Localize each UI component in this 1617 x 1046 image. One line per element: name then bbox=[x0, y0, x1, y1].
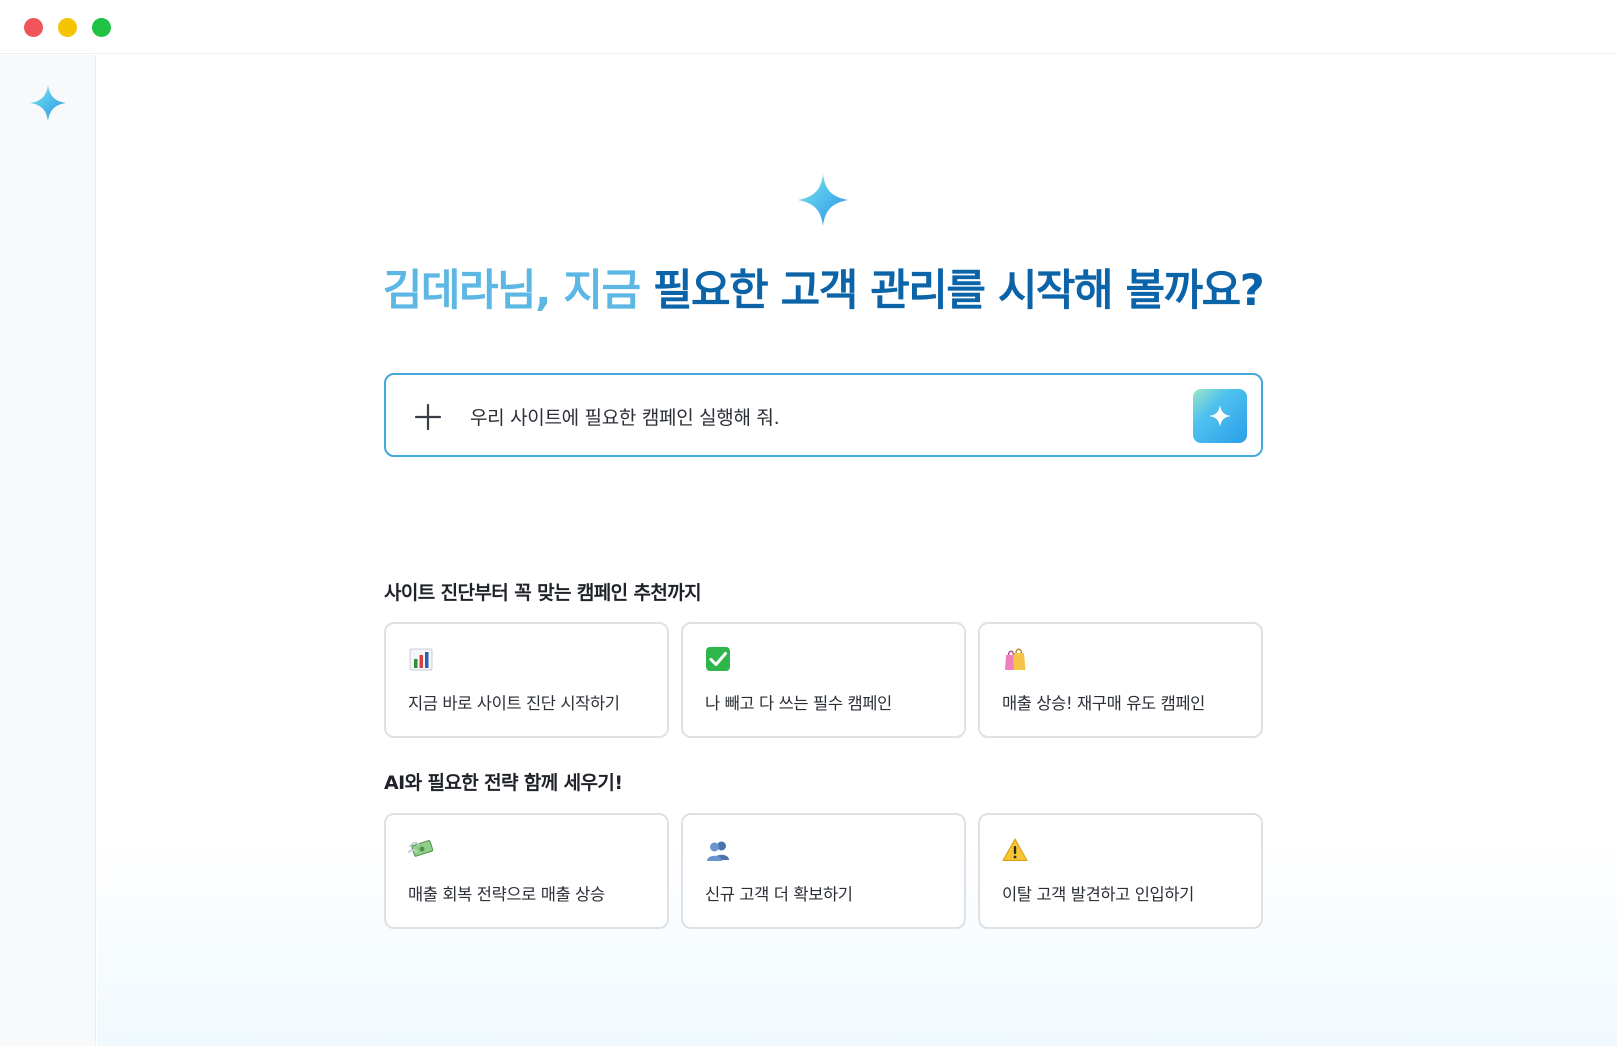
send-button[interactable] bbox=[1193, 389, 1247, 443]
sparkle-icon bbox=[798, 174, 848, 226]
card-label: 이탈 고객 발견하고 인입하기 bbox=[1002, 885, 1194, 904]
card-label: 매출 회복 전략으로 매출 상승 bbox=[408, 885, 605, 904]
window-titlebar bbox=[0, 0, 1617, 54]
check-mark-icon bbox=[706, 647, 730, 671]
page-title-greeting: 김데라님, 지금 bbox=[382, 266, 653, 316]
suggestion-card[interactable]: 지금 바로 사이트 진단 시작하기 bbox=[384, 622, 669, 738]
sparkle-icon[interactable] bbox=[28, 83, 68, 123]
suggestion-card[interactable]: 매출 회복 전략으로 매출 상승 bbox=[384, 813, 669, 929]
minimize-window-button[interactable] bbox=[58, 18, 77, 37]
section-title-diagnosis: 사이트 진단부터 꼭 맞는 캠페인 추천까지 bbox=[384, 582, 702, 604]
maximize-window-button[interactable] bbox=[92, 18, 111, 37]
prompt-input[interactable] bbox=[470, 399, 1170, 433]
card-group-ai-strategy: 매출 회복 전략으로 매출 상승 신규 고객 더 확보하기 이탈 고객 발견하고… bbox=[384, 813, 1264, 929]
suggestion-card[interactable]: 매출 상승! 재구매 유도 캠페인 bbox=[978, 622, 1263, 738]
card-label: 신규 고객 더 확보하기 bbox=[705, 885, 853, 904]
page-title: 김데라님, 지금 필요한 고객 관리를 시작해 볼까요? bbox=[0, 256, 1617, 318]
plus-icon[interactable] bbox=[414, 403, 442, 431]
page-title-question: 필요한 고객 관리를 시작해 볼까요? bbox=[652, 266, 1265, 316]
people-icon bbox=[707, 841, 729, 861]
card-label: 지금 바로 사이트 진단 시작하기 bbox=[408, 694, 620, 713]
warning-icon bbox=[1002, 838, 1028, 861]
shopping-bags-icon bbox=[1005, 648, 1026, 670]
money-flying-icon bbox=[408, 840, 434, 857]
bar-chart-icon bbox=[409, 648, 433, 671]
section-title-ai-strategy: AI와 필요한 전략 함께 세우기! bbox=[384, 772, 623, 794]
card-label: 매출 상승! 재구매 유도 캠페인 bbox=[1002, 694, 1205, 713]
suggestion-card[interactable]: 신규 고객 더 확보하기 bbox=[681, 813, 966, 929]
card-label: 나 빼고 다 쓰는 필수 캠페인 bbox=[705, 694, 892, 713]
sidebar bbox=[0, 55, 96, 1046]
card-group-diagnosis: 지금 바로 사이트 진단 시작하기 나 빼고 다 쓰는 필수 캠페인 매출 상승… bbox=[384, 622, 1264, 738]
suggestion-card[interactable]: 나 빼고 다 쓰는 필수 캠페인 bbox=[681, 622, 966, 738]
prompt-box bbox=[384, 373, 1263, 457]
close-window-button[interactable] bbox=[24, 18, 43, 37]
sparkle-icon bbox=[1209, 405, 1231, 427]
suggestion-card[interactable]: 이탈 고객 발견하고 인입하기 bbox=[978, 813, 1263, 929]
